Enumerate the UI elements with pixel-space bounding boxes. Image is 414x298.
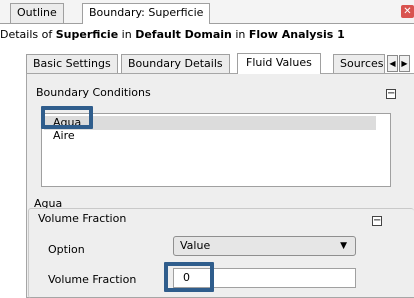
details-in-1: in <box>118 28 136 41</box>
highlight-box-volume-fraction <box>164 262 214 292</box>
details-in-2: in <box>231 28 249 41</box>
volume-fraction-label: Volume Fraction <box>48 273 137 286</box>
option-select[interactable]: Value ▼ <box>173 236 356 256</box>
details-analysis: Flow Analysis 1 <box>248 28 345 41</box>
scroll-right-icon[interactable]: ▶ <box>399 55 410 72</box>
tab-fluid-values[interactable]: Fluid Values <box>237 53 321 74</box>
details-object: Superficie <box>55 28 119 41</box>
details-domain: Default Domain <box>135 28 232 41</box>
scroll-left-icon[interactable]: ◀ <box>387 55 398 72</box>
tab-boundary-superficie[interactable]: Boundary: Superficie <box>82 3 211 24</box>
boundary-conditions-title: Boundary Conditions <box>36 86 151 99</box>
option-select-value: Value <box>180 239 211 252</box>
option-label: Option <box>48 243 85 256</box>
volume-fraction-group-title: Volume Fraction <box>38 212 127 225</box>
boundary-conditions-collapse-icon[interactable]: − <box>386 89 396 99</box>
chevron-down-icon: ▼ <box>340 241 347 251</box>
tab-boundary-details[interactable]: Boundary Details <box>121 54 230 73</box>
volume-fraction-collapse-icon[interactable]: − <box>372 216 382 226</box>
details-prefix: Details of <box>0 28 56 41</box>
close-icon[interactable]: ✕ <box>401 5 414 18</box>
tab-outline[interactable]: Outline <box>10 3 64 23</box>
highlight-box-agua <box>41 106 93 129</box>
tab-sources[interactable]: Sources <box>333 54 385 73</box>
list-item-agua[interactable]: Agua <box>44 116 376 130</box>
details-header: Details of Superficie in Default Domain … <box>0 26 414 44</box>
list-item-aire[interactable]: Aire <box>53 129 75 143</box>
boundary-conditions-list[interactable]: Agua Aire <box>41 113 391 187</box>
tab-basic-settings[interactable]: Basic Settings <box>26 54 118 73</box>
